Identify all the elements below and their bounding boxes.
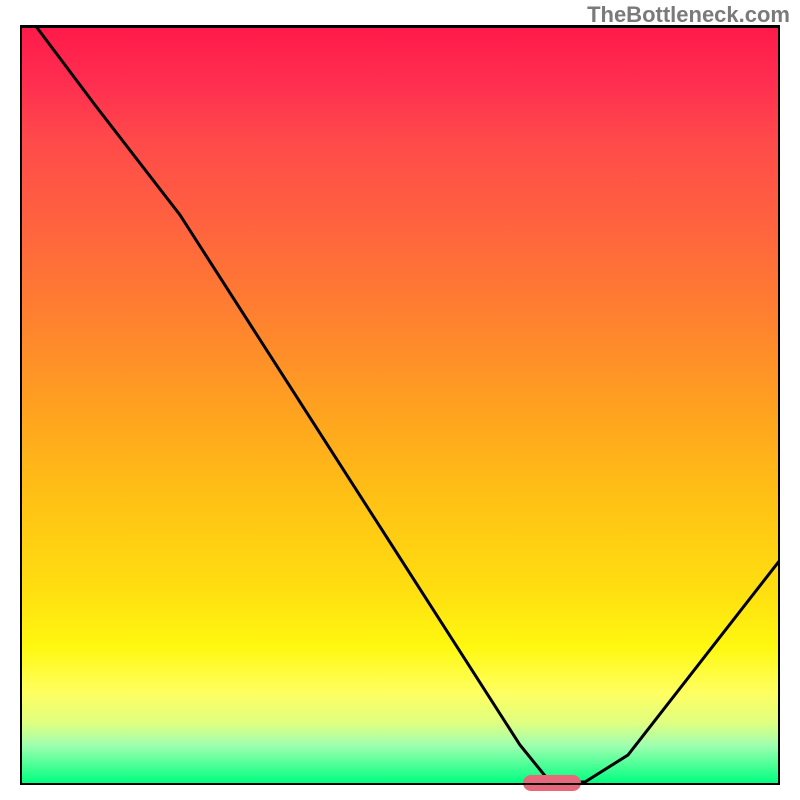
optimal-marker bbox=[523, 775, 581, 791]
attribution-text: TheBottleneck.com bbox=[587, 2, 790, 28]
chart-container bbox=[20, 25, 780, 785]
chart-background-gradient bbox=[22, 27, 778, 783]
